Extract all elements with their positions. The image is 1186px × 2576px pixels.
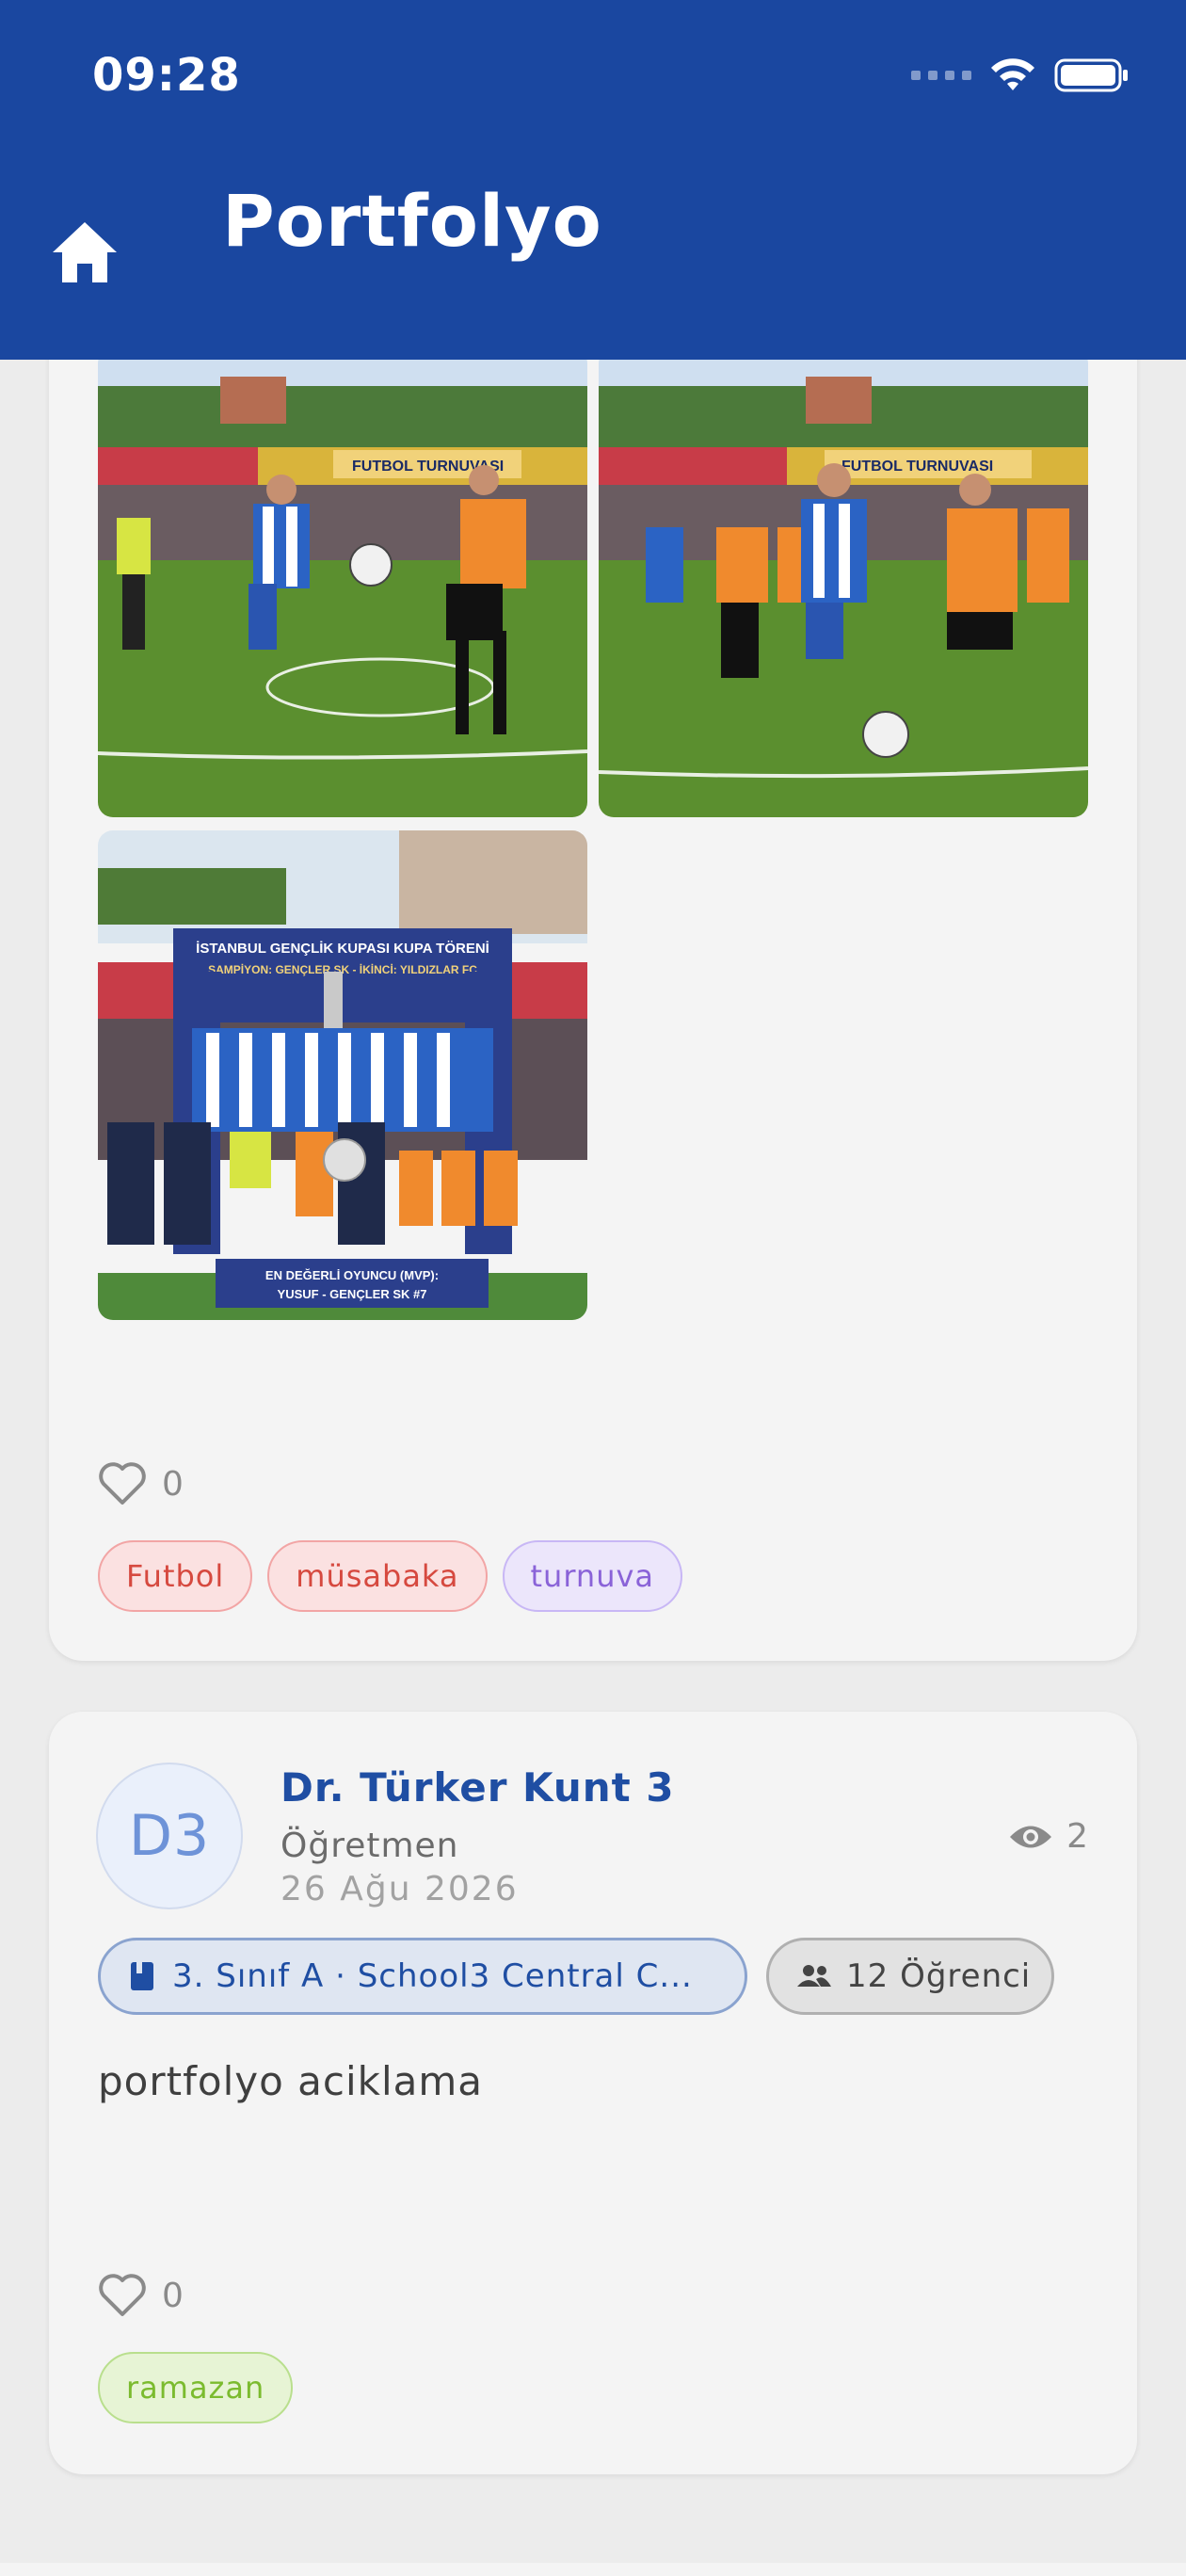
heart-outline-icon[interactable] [98,1461,147,1506]
portfolio-post-card[interactable]: D3 Dr. Türker Kunt 3 Öğretmen 26 Ağu 202… [49,1712,1137,2474]
wifi-icon [991,58,1034,90]
like-section[interactable]: 0 [98,2273,184,2318]
home-button[interactable] [47,215,122,290]
tag-musabaka[interactable]: müsabaka [267,1540,488,1612]
book-icon [131,1962,153,1990]
students-chip[interactable]: 12 Öğrenci [766,1938,1054,2015]
tag-futbol[interactable]: Futbol [98,1540,253,1612]
eye-icon [1010,1826,1052,1847]
status-icons [911,56,1130,94]
page-title: Portfolyo [222,179,602,263]
app-screen: 09:28 Portfolyo FUTBOL TURNUVASI FUTBOL … [0,0,1186,2576]
heart-outline-icon[interactable] [98,2273,147,2318]
class-chip-label: 3. Sınıf A · School3 Central C... [172,1957,693,1995]
students-chip-label: 12 Öğrenci [846,1957,1032,1995]
svg-text:İSTANBUL GENÇLİK KUPASI KUPA T: İSTANBUL GENÇLİK KUPASI KUPA TÖRENİ [196,941,489,957]
post-date: 26 Ağu 2026 [280,1870,519,1908]
class-chip[interactable]: 3. Sınıf A · School3 Central C... [98,1938,747,2015]
award-ceremony-photo[interactable]: İSTANBUL GENÇLİK KUPASI KUPA TÖRENİ ŞAMP… [98,830,587,1320]
people-icon [797,1965,831,1987]
bottom-edge [0,2563,1186,2576]
post-description: portfolyo aciklama [98,2058,484,2104]
football-match-photo-2[interactable]: FUTBOL TURNUVASI [599,348,1088,817]
like-count: 0 [162,2276,184,2315]
like-section[interactable]: 0 [98,1461,184,1506]
svg-text:EN DEĞERLİ OYUNCU (MVP):: EN DEĞERLİ OYUNCU (MVP): [265,1268,439,1282]
author-name[interactable]: Dr. Türker Kunt 3 [280,1764,675,1811]
svg-text:FUTBOL TURNUVASI: FUTBOL TURNUVASI [841,459,993,475]
portfolio-post-card[interactable]: FUTBOL TURNUVASI FUTBOL TURNUVASI İSTANB… [49,282,1137,1661]
like-count: 0 [162,1464,184,1504]
battery-icon [1054,58,1128,92]
home-icon [53,222,117,282]
app-bar: 09:28 Portfolyo [0,0,1186,360]
tag-list: ramazan [98,2352,294,2423]
svg-text:YUSUF - GENÇLER SK #7: YUSUF - GENÇLER SK #7 [278,1287,427,1301]
football-match-photo-1[interactable]: FUTBOL TURNUVASI [98,348,587,817]
view-counter: 2 [1008,1817,1088,1856]
tag-ramazan[interactable]: ramazan [98,2352,294,2423]
status-time: 09:28 [92,49,241,102]
view-count: 2 [1066,1817,1088,1856]
signal-icon [911,71,971,80]
avatar: D3 [96,1763,243,1909]
tag-turnuva[interactable]: turnuva [502,1540,683,1612]
author-role: Öğretmen [280,1827,459,1865]
svg-text:ŞAMPİYON: GENÇLER SK - İKİNCİ:: ŞAMPİYON: GENÇLER SK - İKİNCİ: YILDIZLAR… [208,962,477,976]
tag-list: Futbol müsabaka turnuva [98,1540,683,1612]
